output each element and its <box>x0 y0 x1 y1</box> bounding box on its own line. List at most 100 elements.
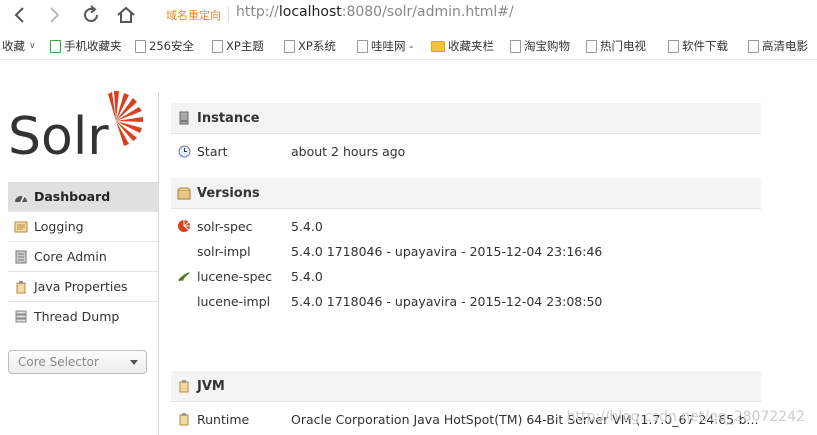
bookmark-item[interactable]: XP主题 <box>212 38 264 54</box>
thread-dump-icon <box>14 310 28 324</box>
field-label: lucene-spec <box>197 268 273 284</box>
back-button[interactable] <box>8 3 32 27</box>
bookmark-item[interactable]: 高清电影 <box>748 38 808 54</box>
page-icon <box>212 39 223 53</box>
address-bar[interactable]: http://localhost:8080/solr/admin.html#/ <box>236 4 514 20</box>
core-selector[interactable]: Core Selector <box>8 350 147 374</box>
field-value: 5.4.0 <box>291 218 323 234</box>
nav-item-java-properties[interactable]: Java Properties <box>8 272 158 302</box>
bookmarks-bar: 收藏 ∨ 手机收藏夹 256安全 XP主题 XP系统 哇哇网 - 收藏夹栏 淘宝… <box>0 33 817 60</box>
bookmark-item[interactable]: 淘宝购物 <box>510 38 570 54</box>
java-icon <box>177 378 191 394</box>
version-row-lucene-spec: lucene-spec 5.4.0 <box>177 266 323 286</box>
bookmark-item[interactable]: 哇哇网 - <box>357 38 413 54</box>
instance-start-row: Start about 2 hours ago <box>177 141 405 161</box>
field-value: 5.4.0 1718046 - upayavira - 2015-12-04 2… <box>291 293 603 309</box>
nav-item-label: Java Properties <box>34 279 128 294</box>
solr-logo[interactable]: Solr <box>8 88 148 167</box>
logging-icon <box>14 220 28 234</box>
bookmark-item[interactable]: 软件下载 <box>668 38 728 54</box>
bookmark-label: XP主题 <box>226 39 264 53</box>
version-row-lucene-impl: lucene-impl 5.4.0 1718046 - upayavira - … <box>177 291 602 311</box>
blank-icon <box>177 244 191 258</box>
nav-item-label: Logging <box>34 219 84 234</box>
version-row-solr-spec: solr-spec 5.4.0 <box>177 216 323 236</box>
chevron-down-icon: ∨ <box>29 41 36 51</box>
section-title: JVM <box>197 378 225 394</box>
blank-icon <box>177 294 191 308</box>
refresh-button[interactable] <box>79 3 103 27</box>
instance-header: Instance <box>171 103 761 134</box>
bookmark-label: 256安全 <box>149 39 194 53</box>
field-value: 5.4.0 <box>291 268 323 284</box>
field-label: lucene-impl <box>197 293 271 309</box>
java-icon <box>177 412 191 426</box>
bookmark-label: 淘宝购物 <box>524 39 570 53</box>
jvm-header: JVM <box>171 371 761 402</box>
home-button[interactable] <box>114 3 138 27</box>
field-label: solr-spec <box>197 218 253 234</box>
nav-item-logging[interactable]: Logging <box>8 212 158 242</box>
bookmark-label: 收藏夹栏 <box>448 39 494 53</box>
page-icon <box>284 39 295 53</box>
url-scheme: http:// <box>236 4 279 20</box>
solr-icon <box>177 219 191 233</box>
field-label: Runtime <box>197 411 250 427</box>
section-title: Instance <box>197 110 260 126</box>
core-selector-placeholder: Core Selector <box>18 355 99 369</box>
version-row-solr-impl: solr-impl 5.4.0 1718046 - upayavira - 20… <box>177 241 602 261</box>
back-arrow-icon <box>14 7 24 23</box>
field-label: solr-impl <box>197 243 251 259</box>
bookmark-label: 哇哇网 - <box>371 39 414 53</box>
favorites-label: 收藏 <box>2 39 25 53</box>
forward-button[interactable] <box>42 3 66 27</box>
url-separator <box>228 6 229 22</box>
nav-item-label: Core Admin <box>34 249 107 264</box>
lucene-icon <box>177 269 191 283</box>
refresh-icon <box>84 5 98 22</box>
field-value: 5.4.0 1718046 - upayavira - 2015-12-04 2… <box>291 243 603 259</box>
bookmark-label: 软件下载 <box>682 39 728 53</box>
page-icon <box>357 39 368 53</box>
url-path: :8080/solr/admin.html#/ <box>341 4 514 20</box>
dashboard-icon <box>14 190 28 204</box>
nav-item-thread-dump[interactable]: Thread Dump <box>8 302 158 331</box>
field-label: Start <box>197 143 228 159</box>
clock-icon <box>177 144 191 158</box>
server-icon <box>177 110 191 126</box>
page-icon <box>135 39 146 53</box>
page-icon <box>748 39 759 53</box>
sidebar: Solr Dashboard Logging Core Admin Java P… <box>0 60 159 435</box>
phone-icon <box>50 39 61 53</box>
logo-text: Solr <box>8 107 109 163</box>
bookmark-label: 高清电影 <box>762 39 808 53</box>
browser-toolbar: 域名重定向 http://localhost:8080/solr/admin.h… <box>0 0 817 30</box>
section-title: Versions <box>197 185 260 201</box>
home-icon <box>117 6 135 23</box>
page-icon <box>668 39 679 53</box>
page-icon <box>586 39 597 53</box>
nav-menu: Dashboard Logging Core Admin Java Proper… <box>8 182 158 331</box>
core-admin-icon <box>14 250 28 264</box>
field-value: about 2 hours ago <box>291 143 406 159</box>
nav-item-label: Dashboard <box>34 189 111 204</box>
solr-logo-icon: Solr <box>8 91 143 167</box>
bookmark-item[interactable]: XP系统 <box>284 38 336 54</box>
bookmark-item[interactable]: 热门电视 <box>586 38 646 54</box>
page-icon <box>510 39 521 53</box>
nav-item-core-admin[interactable]: Core Admin <box>8 242 158 272</box>
url-host: localhost <box>278 4 342 20</box>
favorites-menu[interactable]: 收藏 ∨ <box>2 38 36 54</box>
dropdown-arrow-icon <box>130 360 138 365</box>
bookmark-item[interactable]: 256安全 <box>135 38 194 54</box>
box-icon <box>177 185 191 201</box>
forward-arrow-icon <box>50 7 60 23</box>
dashboard-content: Instance Start about 2 hours ago Version… <box>159 60 817 435</box>
url-redirect-tag: 域名重定向 <box>166 9 221 22</box>
bookmark-item[interactable]: 收藏夹栏 <box>431 38 494 54</box>
java-properties-icon <box>14 280 28 294</box>
nav-item-label: Thread Dump <box>34 309 120 324</box>
watermark: http://blog.csdn.net/qq_28072242 <box>566 409 806 425</box>
bookmark-item[interactable]: 手机收藏夹 <box>50 38 122 54</box>
nav-item-dashboard[interactable]: Dashboard <box>8 182 158 212</box>
